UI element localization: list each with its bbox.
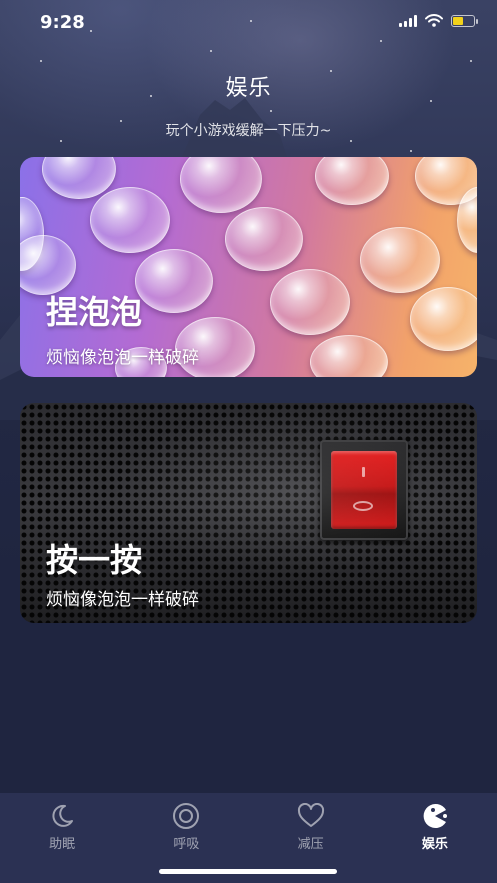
bubble-card-title: 捏泡泡 bbox=[46, 293, 143, 331]
status-time: 9:28 bbox=[40, 12, 85, 33]
rocker-switch-icon bbox=[320, 440, 408, 540]
breath-circle-icon bbox=[171, 801, 201, 831]
tab-sleep-label: 助眠 bbox=[49, 837, 76, 852]
tab-relief-label: 减压 bbox=[297, 837, 324, 852]
signal-icon bbox=[399, 14, 417, 27]
page-subtitle: 玩个小游戏缓解一下压力~ bbox=[165, 123, 332, 139]
tab-breath-label: 呼吸 bbox=[173, 837, 200, 852]
status-bar: 9:28 bbox=[0, 0, 497, 46]
bubble-game-card[interactable]: 捏泡泡 烦恼像泡泡一样破碎 bbox=[20, 157, 477, 377]
battery-icon bbox=[451, 14, 478, 27]
switch-game-card[interactable]: 按一按 烦恼像泡泡一样破碎 bbox=[20, 403, 477, 623]
tab-entertainment[interactable]: 娱乐 bbox=[373, 793, 497, 883]
tab-sleep[interactable]: 助眠 bbox=[0, 793, 124, 883]
moon-icon bbox=[47, 801, 77, 831]
entertainment-screen: 9:28 娱乐 玩个小游戏缓解一下压力~ 捏泡泡 烦恼像泡泡一样破碎 按一按 烦… bbox=[0, 0, 497, 883]
switch-card-title: 按一按 bbox=[46, 541, 143, 579]
home-indicator bbox=[159, 869, 337, 874]
pacman-icon bbox=[420, 801, 450, 831]
switch-card-description: 烦恼像泡泡一样破碎 bbox=[46, 590, 199, 610]
bubble-card-description: 烦恼像泡泡一样破碎 bbox=[46, 348, 199, 368]
heart-icon bbox=[296, 801, 326, 831]
wifi-icon bbox=[425, 14, 443, 27]
page-title: 娱乐 bbox=[225, 76, 272, 101]
tab-entertainment-label: 娱乐 bbox=[421, 837, 448, 852]
